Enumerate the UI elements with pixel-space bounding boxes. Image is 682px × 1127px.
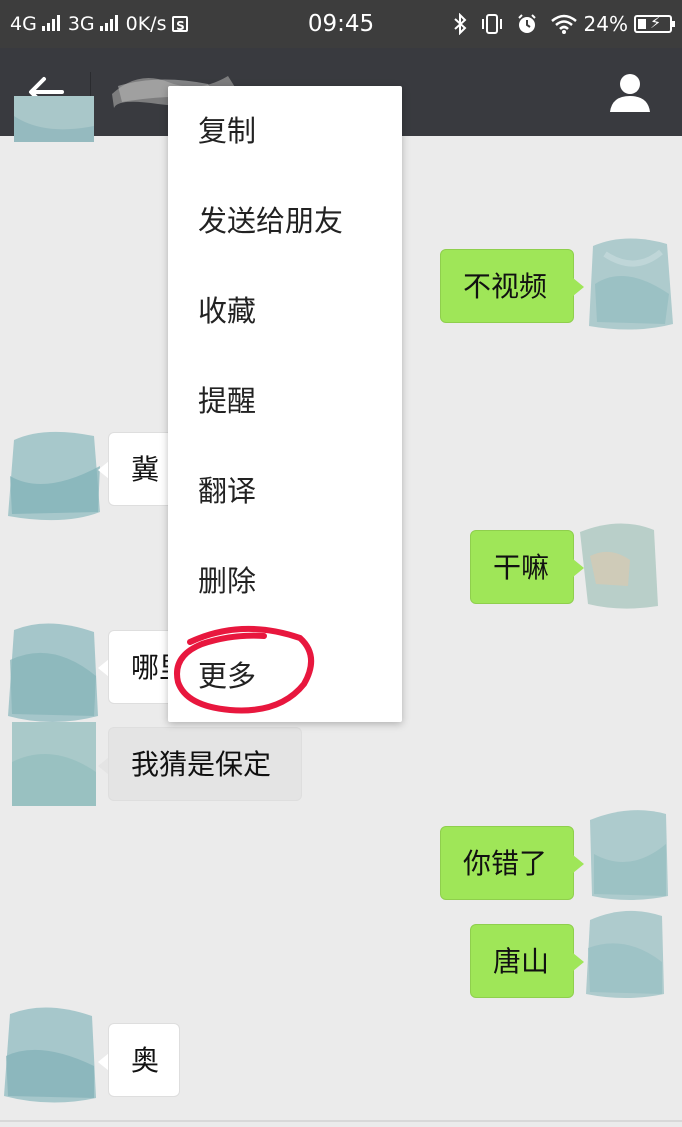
message-context-menu: 复制 发送给朋友 收藏 提醒 翻译 删除 更多 (168, 86, 402, 722)
message-bubble-theirs[interactable]: 奥 (108, 1023, 180, 1097)
message-bubble-mine[interactable]: 干嘛 (470, 530, 574, 604)
menu-item-send-to-friend[interactable]: 发送给朋友 (168, 176, 402, 266)
avatar[interactable] (580, 523, 670, 609)
person-icon (610, 74, 650, 112)
bubble-tail (573, 278, 584, 296)
avatar[interactable] (589, 238, 673, 330)
signal-icon-2 (99, 15, 118, 31)
signal-icon (41, 15, 60, 31)
status-right: 24% ⚡ (446, 0, 675, 48)
menu-item-remind[interactable]: 提醒 (168, 356, 402, 446)
avatar[interactable] (8, 623, 98, 722)
alarm-icon (516, 13, 538, 35)
message-bubble-mine[interactable]: 不视频 (440, 249, 574, 323)
profile-button[interactable] (608, 70, 652, 114)
network-speed: 0K/s (125, 13, 167, 35)
wifi-icon (550, 13, 578, 35)
avatar[interactable] (8, 431, 100, 521)
menu-item-delete[interactable]: 删除 (168, 536, 402, 626)
avatar[interactable] (14, 96, 94, 142)
battery-charging-icon: ⚡ (634, 13, 675, 33)
status-left: 4G 3G 0K/s S (10, 0, 189, 48)
s-badge-icon: S (172, 16, 189, 33)
message-bubble-mine[interactable]: 你错了 (440, 826, 574, 900)
avatar[interactable] (586, 910, 670, 1000)
message-bubble-theirs-selected[interactable]: 我猜是保定 (108, 727, 302, 801)
menu-item-more[interactable]: 更多 (168, 631, 402, 721)
bottom-divider (0, 1120, 682, 1122)
battery-percent: 24% (583, 12, 628, 36)
bluetooth-icon (452, 13, 468, 35)
vibrate-icon (480, 13, 504, 35)
network-type-1: 4G (10, 13, 37, 35)
menu-item-translate[interactable]: 翻译 (168, 446, 402, 536)
avatar[interactable] (590, 810, 670, 904)
avatar[interactable] (4, 1007, 96, 1103)
menu-item-favorite[interactable]: 收藏 (168, 266, 402, 356)
message-bubble-mine[interactable]: 唐山 (470, 924, 574, 998)
menu-item-copy[interactable]: 复制 (168, 86, 402, 176)
status-bar: 4G 3G 0K/s S 09:45 24% ⚡ (0, 0, 682, 48)
avatar[interactable] (12, 722, 96, 806)
network-type-2: 3G (67, 13, 95, 35)
